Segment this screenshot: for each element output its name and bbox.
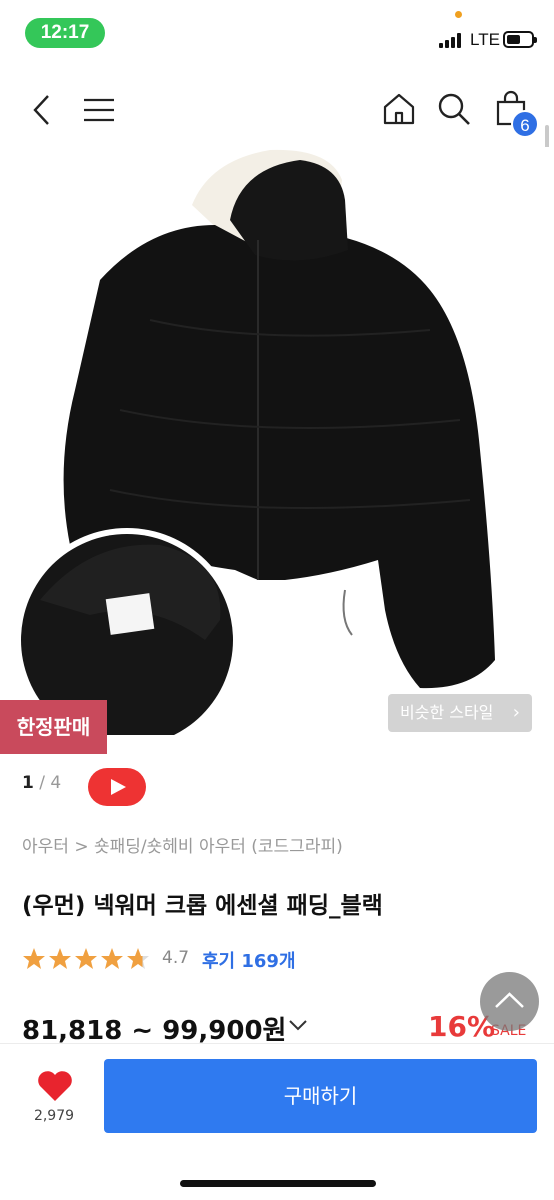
menu-icon[interactable]	[83, 98, 115, 122]
network-label: LTE	[470, 30, 500, 49]
product-title: (우먼) 넥워머 크롭 에센셜 패딩_블랙	[22, 893, 383, 919]
chevron-right-icon: ›	[512, 702, 520, 723]
nav-bar	[0, 62, 554, 147]
jacket-photo	[15, 149, 496, 735]
camera-indicator-dot	[455, 11, 462, 18]
buy-button[interactable]: 구매하기	[104, 1059, 537, 1133]
search-icon[interactable]	[437, 92, 471, 126]
scroll-top-button[interactable]	[480, 972, 539, 1031]
cart-count-badge: 6	[511, 110, 539, 138]
product-image[interactable]	[0, 147, 554, 735]
battery-icon	[503, 31, 537, 48]
review-link[interactable]: 후기 169개	[202, 947, 296, 973]
similar-style-button[interactable]: 비슷한 스타일 ›	[388, 694, 532, 732]
home-indicator	[180, 1180, 376, 1187]
status-bar: 12:17 LTE	[0, 0, 554, 62]
image-total: / 4	[39, 773, 62, 793]
image-index: 1	[22, 773, 34, 793]
image-counter: 1 / 4	[22, 773, 61, 793]
like-count: 2,979	[33, 1108, 75, 1124]
rating-value: 4.7	[162, 948, 190, 968]
signal-icon	[439, 32, 465, 48]
back-icon[interactable]	[30, 94, 54, 126]
limited-sale-badge: 한정판매	[0, 700, 107, 754]
chevron-up-icon	[495, 992, 524, 1008]
chevron-down-icon[interactable]	[288, 1018, 308, 1032]
rating-stars-icon	[23, 948, 149, 969]
video-play-button[interactable]	[88, 768, 146, 806]
breadcrumb[interactable]: 아우터 > 숏패딩/숏헤비 아우터 (코드그라피)	[22, 832, 343, 857]
home-icon[interactable]	[382, 92, 416, 126]
heart-icon[interactable]	[37, 1070, 73, 1102]
similar-style-label: 비슷한 스타일	[400, 703, 494, 722]
play-icon	[111, 779, 126, 795]
status-time: 12:17	[25, 18, 105, 48]
price-range[interactable]: 81,818 ~ 99,900원	[22, 1010, 286, 1047]
